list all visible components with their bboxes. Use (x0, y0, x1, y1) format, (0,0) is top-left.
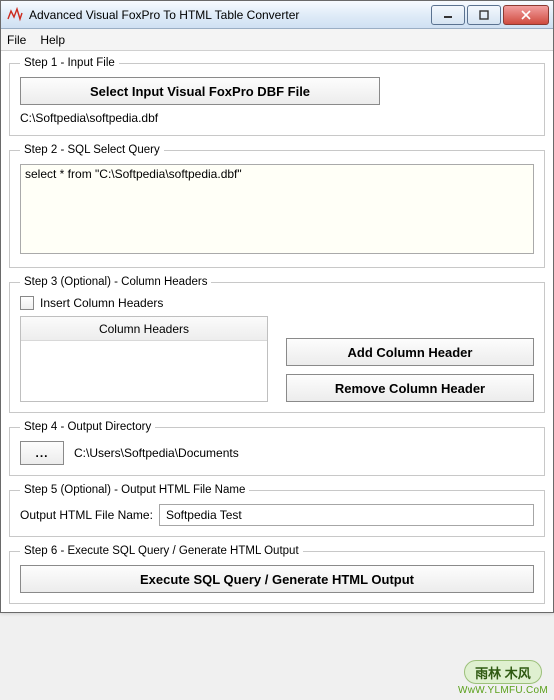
step3-legend: Step 3 (Optional) - Column Headers (20, 276, 211, 288)
step5-legend: Step 5 (Optional) - Output HTML File Nam… (20, 484, 249, 496)
add-column-header-button[interactable]: Add Column Header (286, 338, 534, 366)
app-icon (7, 7, 23, 23)
execute-button[interactable]: Execute SQL Query / Generate HTML Output (20, 565, 534, 593)
step1-legend: Step 1 - Input File (20, 57, 119, 69)
menu-file[interactable]: File (7, 33, 26, 47)
menu-help[interactable]: Help (40, 33, 65, 47)
output-dir-path: C:\Users\Softpedia\Documents (74, 446, 239, 460)
watermark: 雨林 木风 WwW.YLMFU.CoM (458, 660, 548, 696)
insert-headers-label: Insert Column Headers (40, 296, 163, 310)
window-title: Advanced Visual FoxPro To HTML Table Con… (29, 8, 431, 22)
step4-group: Step 4 - Output Directory ... C:\Users\S… (9, 421, 545, 476)
input-file-path: C:\Softpedia\softpedia.dbf (20, 111, 534, 125)
step6-legend: Step 6 - Execute SQL Query / Generate HT… (20, 545, 303, 557)
app-window: Advanced Visual FoxPro To HTML Table Con… (0, 0, 554, 613)
maximize-icon (479, 10, 489, 20)
minimize-button[interactable] (431, 5, 465, 25)
maximize-button[interactable] (467, 5, 501, 25)
insert-headers-checkbox[interactable] (20, 296, 34, 310)
minimize-icon (443, 10, 453, 20)
step4-legend: Step 4 - Output Directory (20, 421, 155, 433)
titlebar[interactable]: Advanced Visual FoxPro To HTML Table Con… (1, 1, 553, 29)
step5-group: Step 5 (Optional) - Output HTML File Nam… (9, 484, 545, 537)
output-filename-label: Output HTML File Name: (20, 508, 153, 522)
browse-output-dir-button[interactable]: ... (20, 441, 64, 465)
step2-legend: Step 2 - SQL Select Query (20, 144, 164, 156)
column-headers-body[interactable] (21, 341, 267, 389)
close-button[interactable] (503, 5, 549, 25)
watermark-url: WwW.YLMFU.CoM (458, 685, 548, 696)
step3-group: Step 3 (Optional) - Column Headers Inser… (9, 276, 545, 413)
step2-group: Step 2 - SQL Select Query (9, 144, 545, 268)
column-headers-title: Column Headers (21, 317, 267, 341)
select-input-file-button[interactable]: Select Input Visual FoxPro DBF File (20, 77, 380, 105)
client-area: Step 1 - Input File Select Input Visual … (1, 51, 553, 612)
menubar: File Help (1, 29, 553, 51)
window-controls (431, 5, 549, 25)
sql-query-textarea[interactable] (20, 164, 534, 254)
close-icon (521, 10, 531, 20)
column-headers-list[interactable]: Column Headers (20, 316, 268, 402)
remove-column-header-button[interactable]: Remove Column Header (286, 374, 534, 402)
watermark-badge: 雨林 木风 (464, 660, 542, 684)
step1-group: Step 1 - Input File Select Input Visual … (9, 57, 545, 136)
output-filename-input[interactable] (159, 504, 534, 526)
step6-group: Step 6 - Execute SQL Query / Generate HT… (9, 545, 545, 604)
